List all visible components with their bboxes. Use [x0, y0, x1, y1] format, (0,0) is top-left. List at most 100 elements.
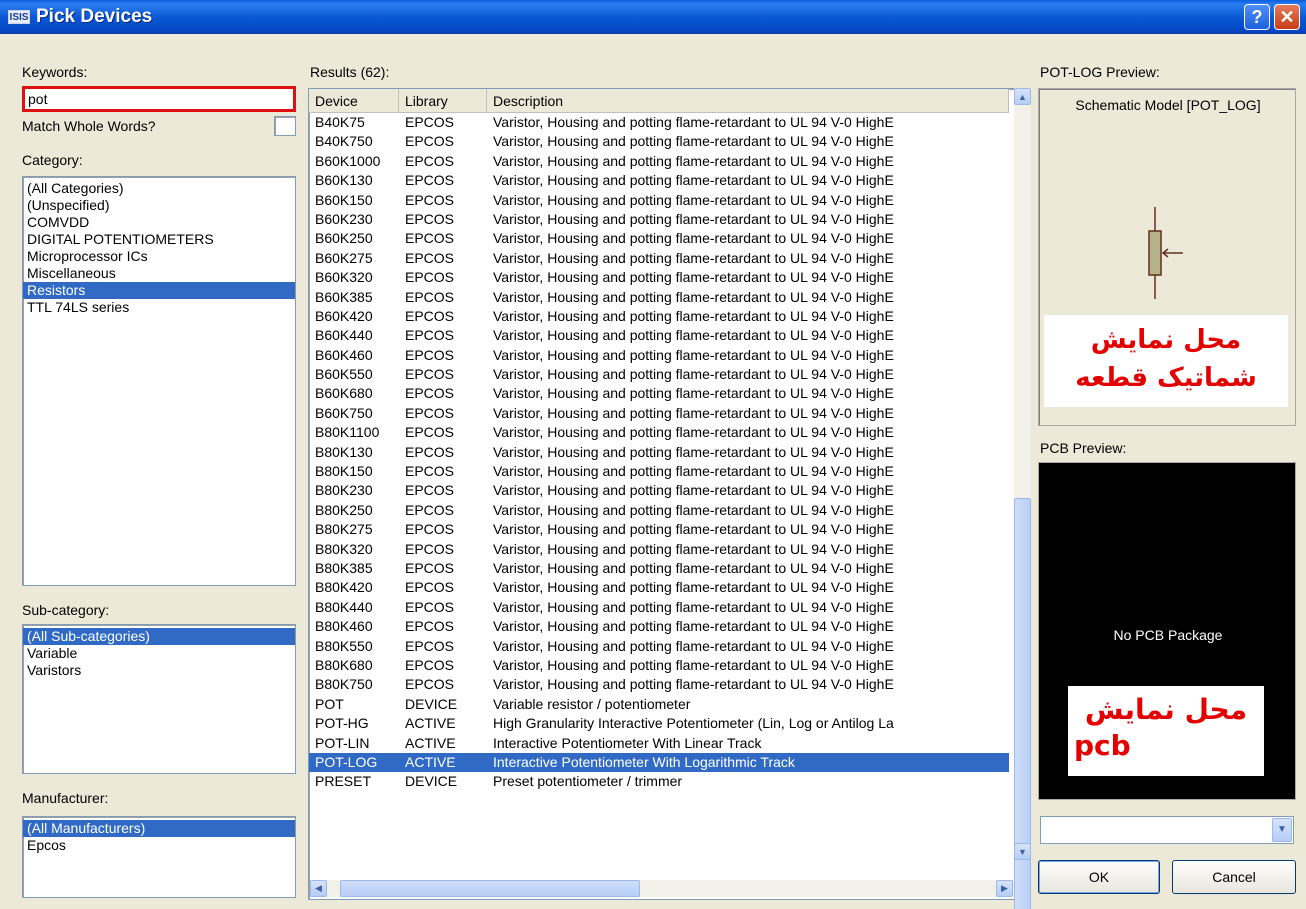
- table-row[interactable]: PRESET DEVICE Preset potentiometer / trimm…: [309, 772, 1009, 791]
- table-row[interactable]: B60K385 EPCOS Varistor, Housing and pottin…: [309, 288, 1009, 307]
- table-row[interactable]: B80K130 EPCOS Varistor, Housing and pottin…: [309, 443, 1009, 462]
- table-row[interactable]: B60K750 EPCOS Varistor, Housing and pottin…: [309, 404, 1009, 423]
- table-row[interactable]: POT-LIN ACTIVE Interactive Potentiometer W…: [309, 734, 1009, 753]
- table-row[interactable]: B80K680 EPCOS Varistor, Housing and pottin…: [309, 656, 1009, 675]
- description-cell: Varistor, Housing and potting flame-reta…: [493, 501, 894, 518]
- scroll-up-icon[interactable]: ▲: [1014, 88, 1031, 105]
- horizontal-scroll-thumb[interactable]: [340, 880, 640, 897]
- column-description[interactable]: Description: [487, 89, 1009, 112]
- subcategory-list[interactable]: (All Sub-categories) Variable Varistors: [22, 624, 296, 774]
- table-row[interactable]: B80K230 EPCOS Varistor, Housing and pottin…: [309, 481, 1009, 500]
- table-row[interactable]: B60K550 EPCOS Varistor, Housing and pottin…: [309, 365, 1009, 384]
- manufacturer-list[interactable]: (All Manufacturers) Epcos: [22, 816, 296, 898]
- category-item[interactable]: Miscellaneous: [23, 265, 295, 282]
- table-row[interactable]: B60K320 EPCOS Varistor, Housing and pottin…: [309, 268, 1009, 287]
- library-cell: EPCOS: [405, 152, 455, 169]
- category-list[interactable]: (All Categories) (Unspecified) COMVDD DIGIT…: [22, 176, 296, 586]
- description-cell: Preset potentiometer / trimmer: [493, 773, 683, 790]
- description-cell: Varistor, Housing and potting flame-reta…: [493, 618, 894, 635]
- potentiometer-symbol-icon: [1148, 207, 1183, 299]
- table-row[interactable]: B80K1100 EPCOS Varistor, Housing and potti…: [309, 423, 1009, 442]
- table-row[interactable]: POT DEVICE Variable resistor / potentiomet…: [309, 695, 1009, 714]
- subcategory-item[interactable]: (All Sub-categories): [23, 628, 295, 645]
- description-cell: Varistor, Housing and potting flame-reta…: [493, 152, 894, 169]
- close-button[interactable]: ✕: [1274, 4, 1300, 30]
- device-cell: B60K275: [315, 249, 373, 266]
- table-row[interactable]: B80K275 EPCOS Varistor, Housing and pottin…: [309, 520, 1009, 539]
- library-cell: EPCOS: [405, 656, 455, 673]
- description-cell: Varistor, Housing and potting flame-reta…: [493, 521, 894, 538]
- pcb-annotation-line2: pcb: [1074, 729, 1131, 762]
- table-row[interactable]: B80K420 EPCOS Varistor, Housing and pottin…: [309, 578, 1009, 597]
- library-cell: EPCOS: [405, 269, 455, 286]
- device-cell: B80K250: [315, 501, 373, 518]
- table-row[interactable]: POT-HG ACTIVE High Granularity Interactive…: [309, 714, 1009, 733]
- manufacturer-item[interactable]: (All Manufacturers): [23, 820, 295, 837]
- table-row[interactable]: B80K750 EPCOS Varistor, Housing and pottin…: [309, 675, 1009, 694]
- table-row[interactable]: B60K275 EPCOS Varistor, Housing and pottin…: [309, 249, 1009, 268]
- device-cell: POT-HG: [315, 715, 369, 732]
- description-cell: Varistor, Housing and potting flame-reta…: [493, 133, 894, 150]
- scroll-left-icon[interactable]: ◀: [310, 880, 327, 897]
- table-row[interactable]: B60K420 EPCOS Varistor, Housing and pottin…: [309, 307, 1009, 326]
- description-cell: Varistor, Housing and potting flame-reta…: [493, 463, 894, 480]
- table-row[interactable]: B60K250 EPCOS Varistor, Housing and pottin…: [309, 229, 1009, 248]
- results-horizontal-scrollbar[interactable]: ◀ ▶: [310, 880, 1014, 897]
- description-cell: Varistor, Housing and potting flame-reta…: [493, 579, 894, 596]
- subcategory-item[interactable]: Varistors: [23, 662, 295, 679]
- manufacturer-item[interactable]: Epcos: [23, 837, 295, 854]
- category-item[interactable]: (Unspecified): [23, 197, 295, 214]
- library-cell: EPCOS: [405, 424, 455, 441]
- results-vertical-scrollbar[interactable]: ▲: [1014, 88, 1031, 909]
- table-row[interactable]: B40K750 EPCOS Varistor, Housing and pottin…: [309, 132, 1009, 151]
- category-item[interactable]: Microprocessor ICs: [23, 248, 295, 265]
- table-row[interactable]: B60K1000 EPCOS Varistor, Housing and potti…: [309, 152, 1009, 171]
- subcategory-item[interactable]: Variable: [23, 645, 295, 662]
- table-row[interactable]: POT-LOG ACTIVE Interactive Potentiometer W…: [309, 752, 1009, 773]
- device-cell: POT-LIN: [315, 734, 370, 751]
- table-row[interactable]: B60K460 EPCOS Varistor, Housing and pottin…: [309, 346, 1009, 365]
- chevron-down-icon[interactable]: ▼: [1272, 818, 1292, 842]
- description-cell: Varistor, Housing and potting flame-reta…: [493, 307, 894, 324]
- category-item[interactable]: (All Categories): [23, 180, 295, 197]
- results-header: Device Library Description: [309, 89, 1009, 113]
- library-cell: EPCOS: [405, 191, 455, 208]
- help-button[interactable]: ?: [1244, 4, 1270, 30]
- window-title: Pick Devices: [36, 6, 153, 27]
- column-device[interactable]: Device: [309, 89, 399, 112]
- table-row[interactable]: B80K550 EPCOS Varistor, Housing and pottin…: [309, 637, 1009, 656]
- table-row[interactable]: B80K440 EPCOS Varistor, Housing and pottin…: [309, 598, 1009, 617]
- table-row[interactable]: B80K250 EPCOS Varistor, Housing and pottin…: [309, 501, 1009, 520]
- table-row[interactable]: B60K680 EPCOS Varistor, Housing and pottin…: [309, 384, 1009, 403]
- library-cell: EPCOS: [405, 579, 455, 596]
- table-row[interactable]: B60K230 EPCOS Varistor, Housing and pottin…: [309, 210, 1009, 229]
- scroll-down-icon[interactable]: ▼: [1014, 843, 1031, 860]
- cancel-button[interactable]: Cancel: [1172, 860, 1296, 894]
- table-row[interactable]: B60K130 EPCOS Varistor, Housing and pottin…: [309, 171, 1009, 190]
- table-row[interactable]: B80K150 EPCOS Varistor, Housing and pottin…: [309, 462, 1009, 481]
- category-item[interactable]: TTL 74LS series: [23, 299, 295, 316]
- column-library[interactable]: Library: [399, 89, 487, 112]
- table-row[interactable]: B80K460 EPCOS Varistor, Housing and pottin…: [309, 617, 1009, 636]
- device-cell: B80K550: [315, 637, 373, 654]
- table-row[interactable]: B60K150 EPCOS Varistor, Housing and pottin…: [309, 191, 1009, 210]
- table-row[interactable]: B60K440 EPCOS Varistor, Housing and pottin…: [309, 326, 1009, 345]
- table-row[interactable]: B80K320 EPCOS Varistor, Housing and pottin…: [309, 540, 1009, 559]
- library-cell: EPCOS: [405, 637, 455, 654]
- description-cell: Varistor, Housing and potting flame-reta…: [493, 269, 894, 286]
- match-whole-words-label: Match Whole Words?: [22, 118, 156, 134]
- pcb-package-select[interactable]: ▼: [1040, 816, 1294, 844]
- device-cell: B80K130: [315, 443, 373, 460]
- table-row[interactable]: B40K75 EPCOS Varistor, Housing and potting…: [309, 113, 1009, 132]
- description-cell: Varistor, Housing and potting flame-reta…: [493, 540, 894, 557]
- category-item[interactable]: Resistors: [23, 282, 295, 299]
- results-table[interactable]: Device Library Description B40K75 EPCOS Va…: [308, 88, 1030, 900]
- category-item[interactable]: COMVDD: [23, 214, 295, 231]
- keywords-input[interactable]: pot: [22, 86, 296, 112]
- table-row[interactable]: B80K385 EPCOS Varistor, Housing and pottin…: [309, 559, 1009, 578]
- category-item[interactable]: DIGITAL POTENTIOMETERS: [23, 231, 295, 248]
- library-cell: EPCOS: [405, 133, 455, 150]
- ok-button[interactable]: OK: [1038, 860, 1160, 894]
- scroll-right-icon[interactable]: ▶: [996, 880, 1013, 897]
- match-whole-words-checkbox[interactable]: [274, 116, 296, 136]
